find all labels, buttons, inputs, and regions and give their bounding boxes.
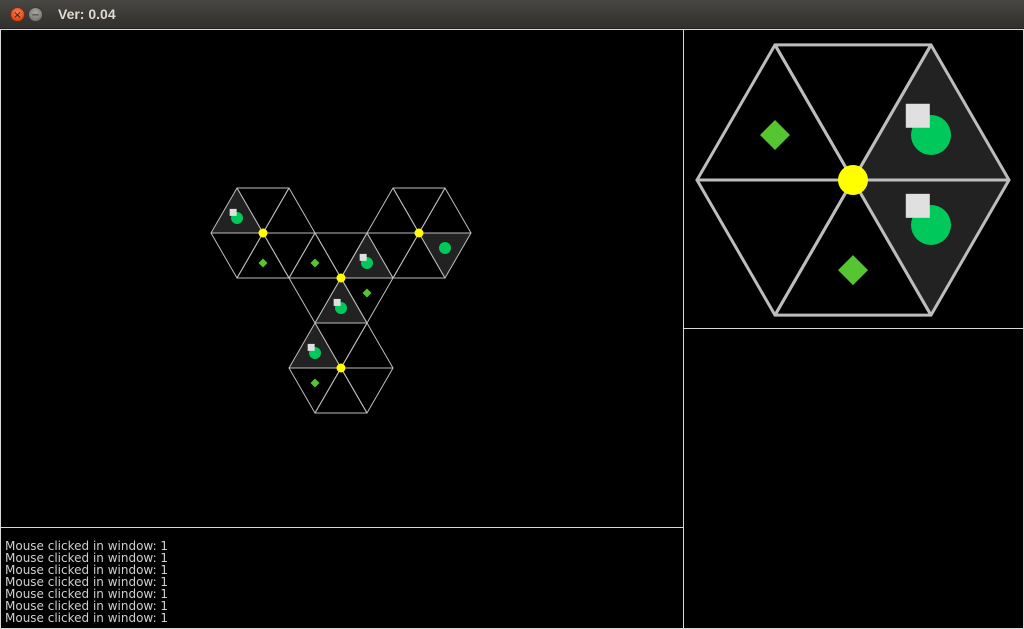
diamond-piece: [838, 255, 868, 286]
triangle-cell: [695, 178, 855, 317]
circle-piece: [439, 242, 451, 255]
zoom-canvas[interactable]: [684, 30, 1023, 328]
triangle-cell: [262, 187, 316, 234]
diamond-piece: [258, 258, 268, 268]
filled-triangle: [288, 322, 342, 369]
filled-triangle: [851, 178, 1011, 317]
diamond-piece: [310, 378, 320, 388]
log-line: Mouse clicked in window: 1: [5, 611, 169, 625]
diamond-piece: [760, 119, 790, 150]
filled-triangle: [851, 43, 1011, 182]
triangle-cell: [314, 367, 368, 414]
triangle-cell: [340, 322, 394, 369]
empty-panel: [683, 328, 1024, 629]
vertex-node: [336, 363, 346, 373]
window-titlebar[interactable]: × − Ver: 0.04: [0, 0, 1024, 29]
filled-triangle: [418, 232, 472, 279]
triangle-cell: [340, 367, 394, 414]
board-canvas[interactable]: [1, 30, 683, 527]
triangle-cell: [695, 43, 855, 182]
hex-bottom: [288, 322, 394, 414]
vertex-node: [414, 228, 424, 238]
filled-triangle: [210, 187, 264, 234]
triangle-cell: [392, 187, 446, 234]
square-piece: [905, 193, 930, 218]
minimize-icon[interactable]: −: [28, 7, 43, 22]
close-icon[interactable]: ×: [10, 7, 25, 22]
zoom-view[interactable]: [683, 29, 1024, 329]
window-title: Ver: 0.04: [58, 6, 116, 22]
square-piece: [229, 208, 237, 216]
vertex-node: [838, 165, 868, 195]
filled-triangle: [340, 232, 394, 279]
triangle-cell: [288, 367, 342, 414]
triangle-cell: [236, 232, 290, 279]
triangle-cell: [418, 187, 472, 234]
diamond-piece: [362, 288, 372, 298]
board-view[interactable]: [0, 29, 684, 528]
hex-top-left: [210, 187, 316, 279]
console-log: Mouse clicked in window: 1 Mouse clicked …: [0, 527, 684, 629]
hex-middle: [288, 232, 394, 324]
console-lines: Mouse clicked in window: 1 Mouse clicked …: [5, 540, 683, 624]
zoom-hex: [695, 43, 1011, 317]
square-piece: [905, 103, 930, 128]
square-piece: [333, 298, 341, 306]
filled-triangle: [314, 277, 368, 324]
square-piece: [307, 343, 315, 351]
triangle-cell: [210, 232, 264, 279]
diamond-piece: [310, 258, 320, 268]
vertex-node: [336, 273, 346, 283]
square-piece: [359, 253, 367, 261]
vertex-node: [258, 228, 268, 238]
triangle-cell: [366, 187, 420, 234]
triangle-cell: [262, 232, 316, 279]
triangle-cell: [288, 232, 342, 279]
